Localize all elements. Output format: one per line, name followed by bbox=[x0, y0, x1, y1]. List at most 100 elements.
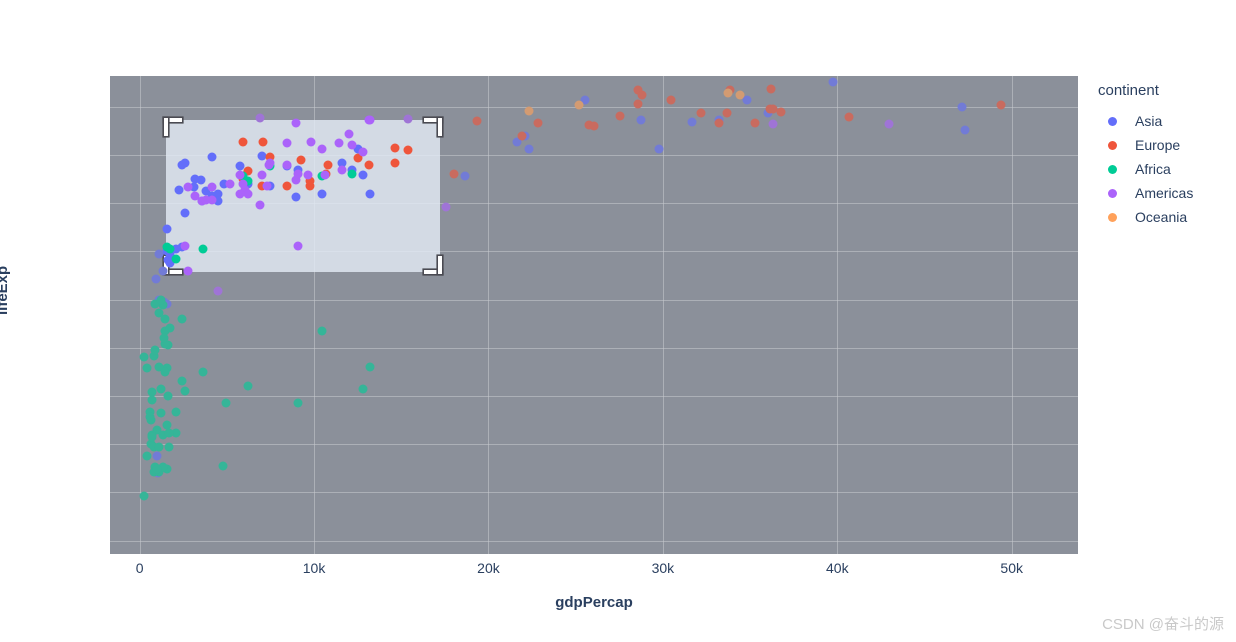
selection-handle-bottom-right[interactable] bbox=[423, 255, 442, 274]
data-point-europe[interactable] bbox=[449, 169, 459, 179]
data-point-africa[interactable] bbox=[165, 244, 175, 254]
legend-item-americas[interactable]: Americas bbox=[1098, 181, 1228, 205]
data-point-africa[interactable] bbox=[146, 415, 156, 425]
data-point-americas[interactable] bbox=[235, 189, 245, 199]
data-point-africa[interactable] bbox=[177, 314, 187, 324]
data-point-americas[interactable] bbox=[293, 169, 303, 179]
data-point-asia[interactable] bbox=[235, 161, 245, 171]
data-point-asia[interactable] bbox=[654, 144, 664, 154]
legend-item-africa[interactable]: Africa bbox=[1098, 157, 1228, 181]
data-point-africa[interactable] bbox=[147, 432, 157, 442]
data-point-asia[interactable] bbox=[152, 451, 162, 461]
data-point-americas[interactable] bbox=[255, 113, 265, 123]
data-point-europe[interactable] bbox=[633, 99, 643, 109]
data-point-africa[interactable] bbox=[317, 326, 327, 336]
legend-items[interactable]: Asia Europe Africa Americas Oceania bbox=[1098, 109, 1228, 229]
data-point-africa[interactable] bbox=[347, 169, 357, 179]
data-point-oceania[interactable] bbox=[574, 100, 584, 110]
data-point-africa[interactable] bbox=[139, 491, 149, 501]
data-point-americas[interactable] bbox=[207, 182, 217, 192]
data-point-europe[interactable] bbox=[238, 137, 248, 147]
data-point-americas[interactable] bbox=[238, 179, 248, 189]
data-point-asia[interactable] bbox=[358, 170, 368, 180]
data-point-europe[interactable] bbox=[296, 155, 306, 165]
data-point-americas[interactable] bbox=[293, 241, 303, 251]
data-point-africa[interactable] bbox=[243, 381, 253, 391]
data-point-africa[interactable] bbox=[139, 352, 149, 362]
data-point-africa[interactable] bbox=[159, 333, 169, 343]
data-point-americas[interactable] bbox=[344, 129, 354, 139]
data-point-americas[interactable] bbox=[365, 115, 375, 125]
data-point-asia[interactable] bbox=[190, 174, 200, 184]
data-point-africa[interactable] bbox=[198, 244, 208, 254]
data-point-asia[interactable] bbox=[207, 152, 217, 162]
data-point-africa[interactable] bbox=[150, 345, 160, 355]
data-point-americas[interactable] bbox=[403, 114, 413, 124]
data-point-europe[interactable] bbox=[282, 181, 292, 191]
data-point-europe[interactable] bbox=[615, 111, 625, 121]
legend-item-europe[interactable]: Europe bbox=[1098, 133, 1228, 157]
data-point-asia[interactable] bbox=[151, 274, 161, 284]
data-point-europe[interactable] bbox=[844, 112, 854, 122]
data-point-asia[interactable] bbox=[317, 189, 327, 199]
data-point-africa[interactable] bbox=[221, 398, 231, 408]
data-point-africa[interactable] bbox=[177, 376, 187, 386]
data-point-europe[interactable] bbox=[403, 145, 413, 155]
data-point-asia[interactable] bbox=[158, 266, 168, 276]
data-point-europe[interactable] bbox=[996, 100, 1005, 110]
data-point-africa[interactable] bbox=[147, 395, 157, 405]
data-point-africa[interactable] bbox=[198, 367, 208, 377]
data-point-europe[interactable] bbox=[323, 160, 333, 170]
data-point-africa[interactable] bbox=[164, 428, 174, 438]
legend-item-oceania[interactable]: Oceania bbox=[1098, 205, 1228, 229]
selection-handle-top-left[interactable] bbox=[163, 118, 182, 137]
data-point-asia[interactable] bbox=[636, 115, 646, 125]
data-point-africa[interactable] bbox=[142, 451, 152, 461]
data-point-americas[interactable] bbox=[317, 144, 327, 154]
data-point-americas[interactable] bbox=[337, 165, 347, 175]
plot-area[interactable] bbox=[110, 76, 1078, 554]
data-point-europe[interactable] bbox=[589, 121, 599, 131]
data-point-europe[interactable] bbox=[776, 107, 786, 117]
data-point-europe[interactable] bbox=[750, 118, 760, 128]
data-point-americas[interactable] bbox=[347, 140, 357, 150]
data-point-europe[interactable] bbox=[722, 108, 732, 118]
data-point-europe[interactable] bbox=[696, 108, 706, 118]
data-point-americas[interactable] bbox=[884, 119, 894, 129]
data-point-americas[interactable] bbox=[282, 160, 292, 170]
data-point-africa[interactable] bbox=[154, 308, 164, 318]
selection-handle-top-right[interactable] bbox=[423, 118, 442, 137]
data-point-africa[interactable] bbox=[156, 295, 166, 305]
data-point-oceania[interactable] bbox=[735, 90, 745, 100]
data-point-africa[interactable] bbox=[164, 442, 174, 452]
data-point-asia[interactable] bbox=[828, 77, 837, 87]
data-point-oceania[interactable] bbox=[524, 106, 534, 116]
data-point-americas[interactable] bbox=[235, 170, 245, 180]
data-point-africa[interactable] bbox=[160, 367, 170, 377]
data-point-americas[interactable] bbox=[441, 202, 451, 212]
data-point-africa[interactable] bbox=[171, 407, 181, 417]
data-point-europe[interactable] bbox=[390, 143, 400, 153]
data-point-asia[interactable] bbox=[957, 102, 967, 112]
data-point-americas[interactable] bbox=[291, 118, 301, 128]
data-point-africa[interactable] bbox=[156, 408, 166, 418]
data-point-americas[interactable] bbox=[255, 200, 265, 210]
data-point-americas[interactable] bbox=[201, 195, 211, 205]
data-point-africa[interactable] bbox=[293, 398, 303, 408]
data-point-europe[interactable] bbox=[364, 160, 374, 170]
data-point-americas[interactable] bbox=[306, 137, 316, 147]
data-point-oceania[interactable] bbox=[723, 88, 733, 98]
data-point-asia[interactable] bbox=[162, 224, 172, 234]
data-point-americas[interactable] bbox=[358, 147, 368, 157]
data-point-europe[interactable] bbox=[766, 84, 776, 94]
data-point-europe[interactable] bbox=[714, 118, 724, 128]
data-point-asia[interactable] bbox=[291, 192, 301, 202]
data-point-americas[interactable] bbox=[282, 138, 292, 148]
data-point-asia[interactable] bbox=[180, 208, 190, 218]
data-point-americas[interactable] bbox=[243, 189, 253, 199]
data-point-europe[interactable] bbox=[390, 158, 400, 168]
data-point-africa[interactable] bbox=[218, 461, 228, 471]
data-point-europe[interactable] bbox=[472, 116, 482, 126]
data-point-asia[interactable] bbox=[177, 160, 187, 170]
data-point-americas[interactable] bbox=[180, 241, 190, 251]
